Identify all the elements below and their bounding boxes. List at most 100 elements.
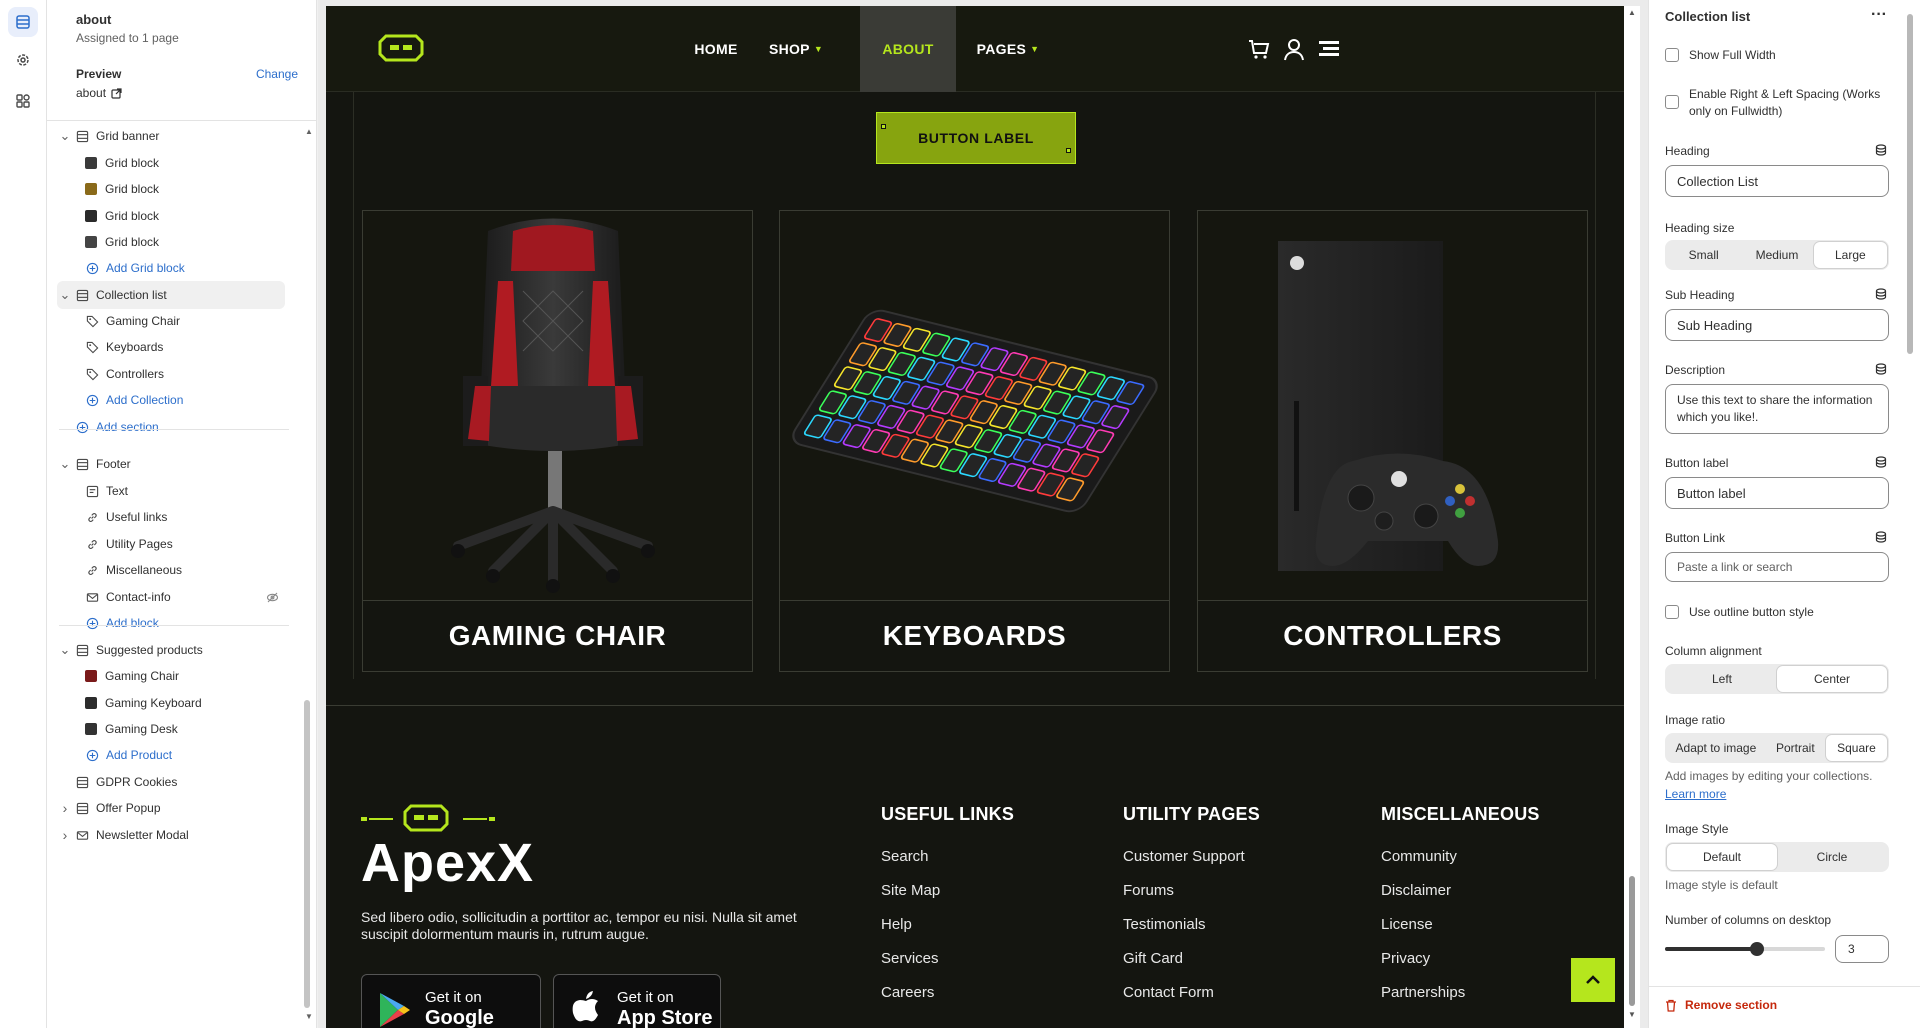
heading-size-large[interactable]: Large xyxy=(1813,242,1887,268)
sidebar-item-gaming-chair[interactable]: Gaming Chair xyxy=(57,307,285,335)
heading-size-medium[interactable]: Medium xyxy=(1740,242,1813,268)
more-options-icon[interactable]: ··· xyxy=(1871,6,1887,24)
add-button-add-block[interactable]: Add block xyxy=(57,609,285,637)
settings-scrollbar[interactable] xyxy=(1907,14,1913,354)
sidebar-item-contact-info[interactable]: Contact-info xyxy=(57,583,285,611)
alignment-center[interactable]: Center xyxy=(1777,666,1887,692)
footer-link[interactable]: Privacy xyxy=(1381,942,1540,976)
footer-link[interactable]: Testimonials xyxy=(1123,908,1260,942)
sidebar-item-newsletter-modal[interactable]: › Newsletter Modal xyxy=(57,821,285,849)
heading-size-small[interactable]: Small xyxy=(1667,242,1740,268)
collection-title[interactable]: CONTROLLERS xyxy=(1198,601,1587,671)
footer-link[interactable]: Site Map xyxy=(881,874,1014,908)
add-button-add-section[interactable]: Add section xyxy=(57,413,285,441)
button-link-input[interactable]: Paste a link or search xyxy=(1665,552,1889,582)
google-play-button[interactable]: Get it on Google Play xyxy=(361,974,541,1028)
sidebar-item-grid-banner[interactable]: ⌄ Grid banner xyxy=(57,122,285,150)
chevron-down-icon[interactable]: ⌄ xyxy=(59,642,71,657)
sub-heading-input[interactable]: Sub Heading xyxy=(1665,309,1889,341)
footer-link[interactable]: Help xyxy=(881,908,1014,942)
sidebar-item-controllers[interactable]: Controllers xyxy=(57,360,285,388)
footer-link[interactable]: Community xyxy=(1381,840,1540,874)
show-full-width-checkbox[interactable]: Show Full Width xyxy=(1665,47,1776,64)
nav-shop[interactable]: SHOP ▼ xyxy=(756,6,836,92)
footer-link[interactable]: Customer Support xyxy=(1123,840,1260,874)
scroll-down-arrow[interactable]: ▼ xyxy=(305,1012,313,1021)
chevron-down-icon[interactable] xyxy=(59,776,71,788)
footer-link[interactable]: Services xyxy=(881,942,1014,976)
sidebar-item-grid-block[interactable]: Grid block xyxy=(57,202,285,230)
footer-link[interactable]: Forums xyxy=(1123,874,1260,908)
collection-button[interactable]: BUTTON LABEL xyxy=(876,112,1076,164)
sidebar-item-gaming-desk[interactable]: Gaming Desk xyxy=(57,715,285,743)
collection-title[interactable]: GAMING CHAIR xyxy=(363,601,752,671)
chevron-down-icon[interactable]: ⌄ xyxy=(59,128,71,143)
sidebar-item-text[interactable]: Text xyxy=(57,477,285,505)
enable-spacing-checkbox[interactable]: Enable Right & Left Spacing (Works only … xyxy=(1665,86,1889,120)
style-circle[interactable]: Circle xyxy=(1777,844,1887,870)
gear-icon[interactable] xyxy=(8,45,38,75)
change-button[interactable]: Change xyxy=(256,67,298,81)
collection-card-controllers[interactable]: CONTROLLERS xyxy=(1197,210,1588,672)
sidebar-item-offer-popup[interactable]: › Offer Popup xyxy=(57,794,285,822)
footer-link[interactable]: Gift Card xyxy=(1123,942,1260,976)
chevron-right-icon[interactable]: › xyxy=(59,800,71,816)
chevron-down-icon[interactable]: ⌄ xyxy=(59,456,71,471)
chevron-right-icon[interactable]: › xyxy=(59,827,71,843)
alignment-left[interactable]: Left xyxy=(1667,666,1777,692)
eye-off-icon[interactable] xyxy=(266,591,279,604)
sidebar-item-collection-list[interactable]: ⌄ Collection list xyxy=(57,281,285,309)
app-store-button[interactable]: Get it on App Store xyxy=(553,974,721,1028)
heading-input[interactable]: Collection List xyxy=(1665,165,1889,197)
sidebar-item-footer[interactable]: ⌄ Footer xyxy=(57,450,285,478)
ratio-adapt[interactable]: Adapt to image xyxy=(1667,735,1765,761)
resize-handle[interactable] xyxy=(881,124,886,129)
sidebar-item-useful-links[interactable]: Useful links xyxy=(57,503,285,531)
remove-section-button[interactable]: Remove section xyxy=(1665,998,1777,1012)
sidebar-item-grid-block[interactable]: Grid block xyxy=(57,175,285,203)
ratio-portrait[interactable]: Portrait xyxy=(1765,735,1826,761)
checkbox-box[interactable] xyxy=(1665,95,1679,109)
sidebar-item-keyboards[interactable]: Keyboards xyxy=(57,333,285,361)
database-icon[interactable] xyxy=(1875,531,1887,543)
footer-link[interactable]: Partnerships xyxy=(1381,976,1540,1010)
database-icon[interactable] xyxy=(1875,456,1887,468)
ratio-square[interactable]: Square xyxy=(1825,735,1887,761)
brand-logo-icon[interactable] xyxy=(378,34,424,62)
footer-link[interactable]: Careers xyxy=(881,976,1014,1010)
resize-handle[interactable] xyxy=(1066,148,1071,153)
sidebar-scrollbar[interactable] xyxy=(304,700,310,1008)
checkbox-box[interactable] xyxy=(1665,48,1679,62)
collection-title[interactable]: KEYBOARDS xyxy=(780,601,1169,671)
scroll-up-arrow[interactable]: ▲ xyxy=(305,127,313,136)
outline-button-checkbox[interactable]: Use outline button style xyxy=(1665,604,1814,621)
footer-link[interactable]: Search xyxy=(881,840,1014,874)
description-textarea[interactable]: Use this text to share the information w… xyxy=(1665,384,1889,434)
add-button-add-collection[interactable]: Add Collection xyxy=(57,386,285,414)
columns-slider-handle[interactable] xyxy=(1750,942,1764,956)
footer-link[interactable]: Disclaimer xyxy=(1381,874,1540,908)
add-button-add-grid-block[interactable]: Add Grid block xyxy=(57,254,285,282)
nav-about[interactable]: ABOUT xyxy=(860,6,956,92)
sidebar-item-grid-block[interactable]: Grid block xyxy=(57,149,285,177)
chevron-down-icon[interactable]: ⌄ xyxy=(59,287,71,302)
columns-number-input[interactable]: 3 xyxy=(1835,935,1889,963)
sidebar-item-gdpr-cookies[interactable]: GDPR Cookies xyxy=(57,768,285,796)
collection-card-keyboards[interactable]: KEYBOARDS xyxy=(779,210,1170,672)
account-icon[interactable] xyxy=(1281,36,1307,62)
footer-link[interactable]: License xyxy=(1381,908,1540,942)
collection-card-gaming-chair[interactable]: GAMING CHAIR xyxy=(362,210,753,672)
learn-more-link[interactable]: Learn more xyxy=(1665,787,1726,801)
cart-icon[interactable] xyxy=(1246,36,1272,62)
sidebar-item-utility-pages[interactable]: Utility Pages xyxy=(57,530,285,558)
sections-icon[interactable] xyxy=(8,7,38,37)
sidebar-item-suggested-products[interactable]: ⌄ Suggested products xyxy=(57,636,285,664)
sidebar-item-gaming-keyboard[interactable]: Gaming Keyboard xyxy=(57,689,285,717)
scroll-down-arrow[interactable]: ▼ xyxy=(1628,1010,1636,1019)
preview-page-link[interactable]: about xyxy=(76,86,298,100)
nav-pages[interactable]: PAGES ▼ xyxy=(958,6,1058,92)
sidebar-item-grid-block[interactable]: Grid block xyxy=(57,228,285,256)
style-default[interactable]: Default xyxy=(1667,844,1777,870)
database-icon[interactable] xyxy=(1875,288,1887,300)
footer-link[interactable]: Contact Form xyxy=(1123,976,1260,1010)
